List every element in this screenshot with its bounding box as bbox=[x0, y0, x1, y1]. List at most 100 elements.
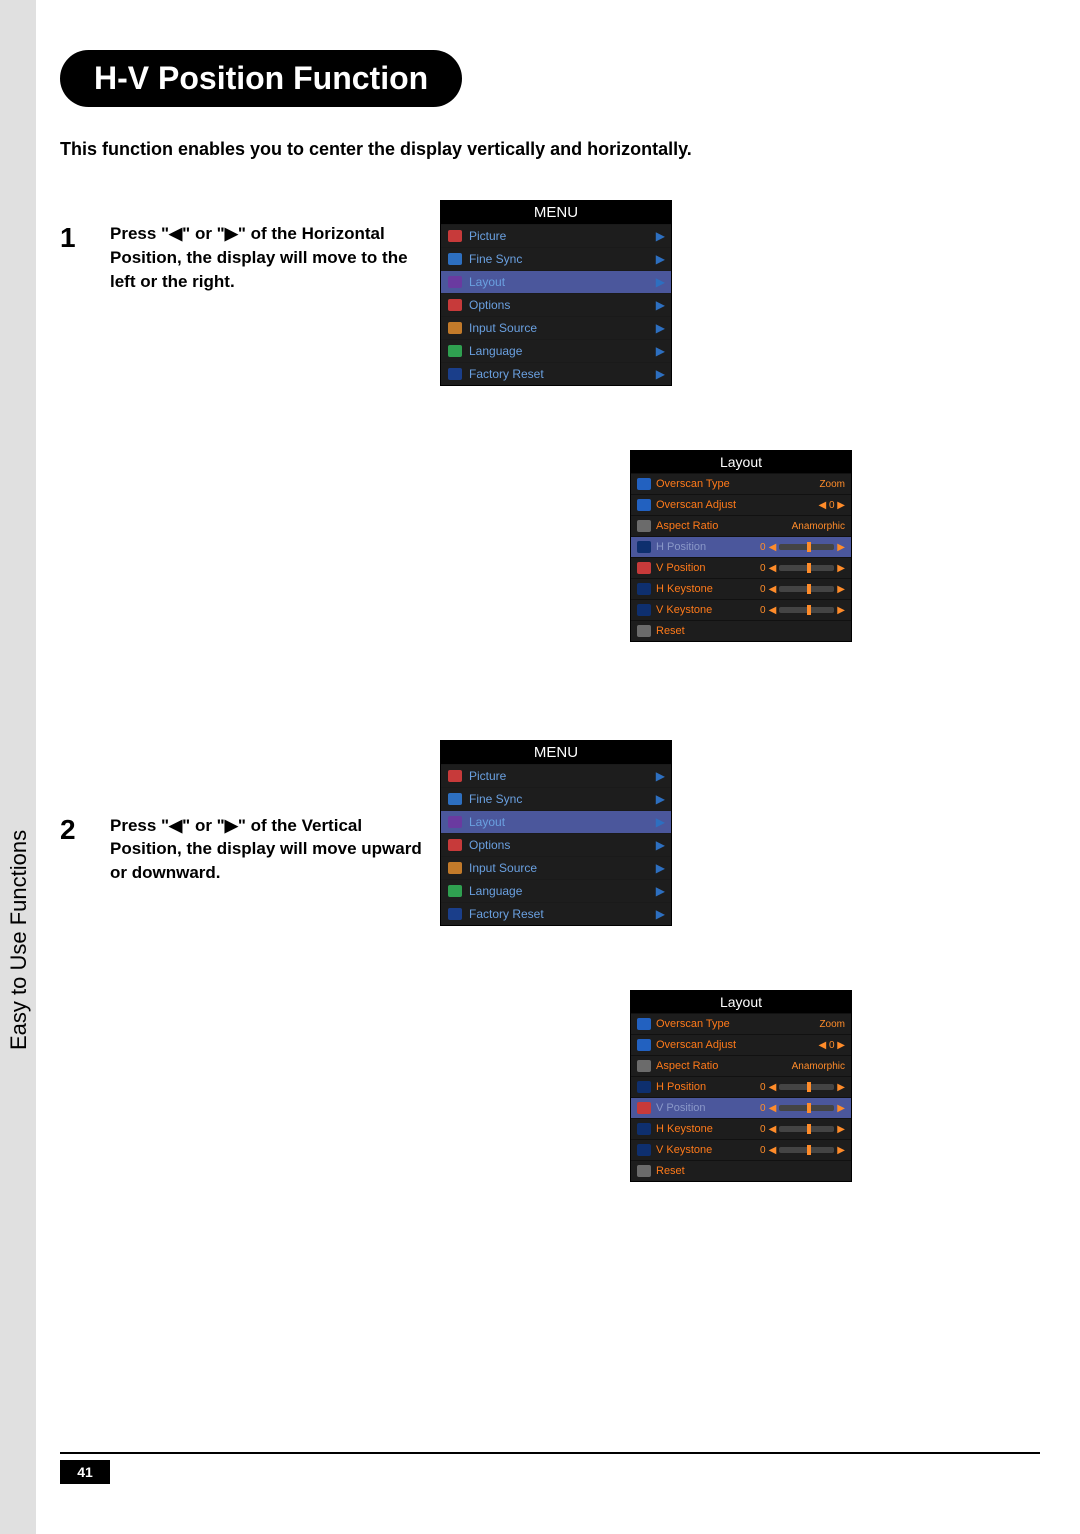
arrow-right-icon: ▶ bbox=[837, 605, 845, 616]
menu-panel-1: MENU Picture▶ Fine Sync▶ Layout▶ Options… bbox=[440, 200, 672, 386]
row-label: V Position bbox=[656, 1102, 706, 1114]
slider[interactable]: 0◀▶ bbox=[760, 1124, 845, 1135]
menu-label: Picture bbox=[469, 229, 506, 243]
menu-title: MENU bbox=[441, 201, 671, 224]
layout-row-vkeystone[interactable]: V Keystone0◀▶ bbox=[631, 1139, 851, 1160]
arrow-left-icon: ◀ bbox=[769, 1082, 777, 1093]
slider-track[interactable] bbox=[779, 565, 834, 571]
row-label: Overscan Type bbox=[656, 1018, 730, 1030]
slider-track[interactable] bbox=[779, 607, 834, 613]
layout-row-aspect[interactable]: Aspect Ratio Anamorphic bbox=[631, 515, 851, 536]
chevron-right-icon: ▶ bbox=[656, 861, 665, 875]
menu-item-input[interactable]: Input Source▶ bbox=[441, 316, 671, 339]
chevron-right-icon: ▶ bbox=[656, 815, 665, 829]
input-icon bbox=[448, 322, 462, 334]
menu-item-picture[interactable]: Picture▶ bbox=[441, 224, 671, 247]
footer-rule bbox=[60, 1452, 1040, 1454]
step-text: Press "◀" or "▶" of the Horizontal Posit… bbox=[110, 222, 430, 293]
arrow-right-icon: ▶ bbox=[837, 584, 845, 595]
sidebar-tab: Easy to Use Functions bbox=[0, 0, 36, 1534]
menu-label: Factory Reset bbox=[469, 367, 544, 381]
menu-item-finesync[interactable]: Fine Sync▶ bbox=[441, 247, 671, 270]
menu-label: Picture bbox=[469, 769, 506, 783]
menu-item-layout[interactable]: Layout ▶ bbox=[441, 270, 671, 293]
menu-item-finesync[interactable]: Fine Sync▶ bbox=[441, 787, 671, 810]
vkeystone-icon bbox=[637, 1144, 651, 1156]
row-label: Aspect Ratio bbox=[656, 520, 718, 532]
slider[interactable]: 0◀▶ bbox=[760, 584, 845, 595]
layout-row-vposition[interactable]: V Position 0◀▶ bbox=[631, 557, 851, 578]
layout-row-reset[interactable]: Reset bbox=[631, 620, 851, 641]
arrow-right-icon: ▶ bbox=[837, 542, 845, 553]
chevron-right-icon: ▶ bbox=[656, 275, 665, 289]
slider[interactable]: 0◀▶ bbox=[760, 605, 845, 616]
row-value: Zoom bbox=[819, 1019, 845, 1030]
slider[interactable]: 0◀▶ bbox=[760, 563, 845, 574]
chevron-right-icon: ▶ bbox=[656, 252, 665, 266]
reset-icon bbox=[637, 625, 651, 637]
menu-item-options[interactable]: Options▶ bbox=[441, 833, 671, 856]
hkeystone-icon bbox=[637, 1123, 651, 1135]
layout-row-hkeystone[interactable]: H Keystone0◀▶ bbox=[631, 578, 851, 599]
row-value: Zoom bbox=[819, 479, 845, 490]
arrow-left-icon: ◀ bbox=[769, 605, 777, 616]
step-number: 1 bbox=[60, 222, 110, 254]
menu-item-language[interactable]: Language▶ bbox=[441, 339, 671, 362]
slider[interactable]: 0◀▶ bbox=[760, 1082, 845, 1093]
slider[interactable]: 0◀▶ bbox=[760, 1145, 845, 1156]
layout-panel-1: Layout Overscan TypeZoom Overscan Adjust… bbox=[630, 450, 852, 642]
layout-row-hposition[interactable]: H Position0◀▶ bbox=[631, 1076, 851, 1097]
menu-item-options[interactable]: Options▶ bbox=[441, 293, 671, 316]
slider-track[interactable] bbox=[779, 1126, 834, 1132]
menu-panel-2: MENU Picture▶ Fine Sync▶ Layout▶ Options… bbox=[440, 740, 672, 926]
menu-item-picture[interactable]: Picture▶ bbox=[441, 764, 671, 787]
reset-icon bbox=[448, 908, 462, 920]
row-label: Reset bbox=[656, 625, 685, 637]
slider-track[interactable] bbox=[779, 1147, 834, 1153]
chevron-right-icon: ▶ bbox=[656, 792, 665, 806]
menu-label: Layout bbox=[469, 275, 505, 289]
picture-icon bbox=[448, 230, 462, 242]
layout-title: Layout bbox=[631, 991, 851, 1013]
layout-title: Layout bbox=[631, 451, 851, 473]
layout-row-overscan-type[interactable]: Overscan Type Zoom bbox=[631, 1013, 851, 1034]
menu-item-reset[interactable]: Factory Reset▶ bbox=[441, 902, 671, 925]
menu-item-layout[interactable]: Layout▶ bbox=[441, 810, 671, 833]
arrow-left-icon: ◀ bbox=[769, 1103, 777, 1114]
layout-icon bbox=[448, 276, 462, 288]
options-icon bbox=[448, 299, 462, 311]
layout-row-aspect[interactable]: Aspect RatioAnamorphic bbox=[631, 1055, 851, 1076]
row-label: V Position bbox=[656, 562, 706, 574]
row-label: H Position bbox=[656, 1081, 706, 1093]
options-icon bbox=[448, 839, 462, 851]
hposition-icon bbox=[637, 1081, 651, 1093]
layout-row-hposition[interactable]: H Position 0◀▶ bbox=[631, 536, 851, 557]
overscan-type-icon bbox=[637, 1018, 651, 1030]
language-icon bbox=[448, 345, 462, 357]
page-number: 41 bbox=[60, 1460, 110, 1484]
slider[interactable]: 0◀▶ bbox=[760, 1103, 845, 1114]
menu-label: Input Source bbox=[469, 321, 537, 335]
row-label: H Position bbox=[656, 541, 706, 553]
menu-item-language[interactable]: Language▶ bbox=[441, 879, 671, 902]
layout-row-hkeystone[interactable]: H Keystone 0◀▶ bbox=[631, 1118, 851, 1139]
layout-row-vkeystone[interactable]: V Keystone0◀▶ bbox=[631, 599, 851, 620]
aspect-icon bbox=[637, 1060, 651, 1072]
layout-row-overscan-adjust[interactable]: Overscan Adjust◀ 0 ▶ bbox=[631, 1034, 851, 1055]
slider-track[interactable] bbox=[779, 586, 834, 592]
layout-row-overscan-adjust[interactable]: Overscan Adjust◀ 0 ▶ bbox=[631, 494, 851, 515]
arrow-right-icon: ▶ bbox=[837, 1082, 845, 1093]
slider-track[interactable] bbox=[779, 1105, 834, 1111]
layout-row-overscan-type[interactable]: Overscan TypeZoom bbox=[631, 473, 851, 494]
row-label: H Keystone bbox=[656, 1123, 713, 1135]
menu-item-input[interactable]: Input Source▶ bbox=[441, 856, 671, 879]
slider-track[interactable] bbox=[779, 544, 834, 550]
menu-item-reset[interactable]: Factory Reset▶ bbox=[441, 362, 671, 385]
row-label: Aspect Ratio bbox=[656, 1060, 718, 1072]
layout-row-vposition[interactable]: V Position 0◀▶ bbox=[631, 1097, 851, 1118]
slider[interactable]: 0◀▶ bbox=[760, 542, 845, 553]
layout-row-reset[interactable]: Reset bbox=[631, 1160, 851, 1181]
row-value: Anamorphic bbox=[792, 521, 845, 532]
arrow-left-icon: ◀ bbox=[769, 1145, 777, 1156]
slider-track[interactable] bbox=[779, 1084, 834, 1090]
